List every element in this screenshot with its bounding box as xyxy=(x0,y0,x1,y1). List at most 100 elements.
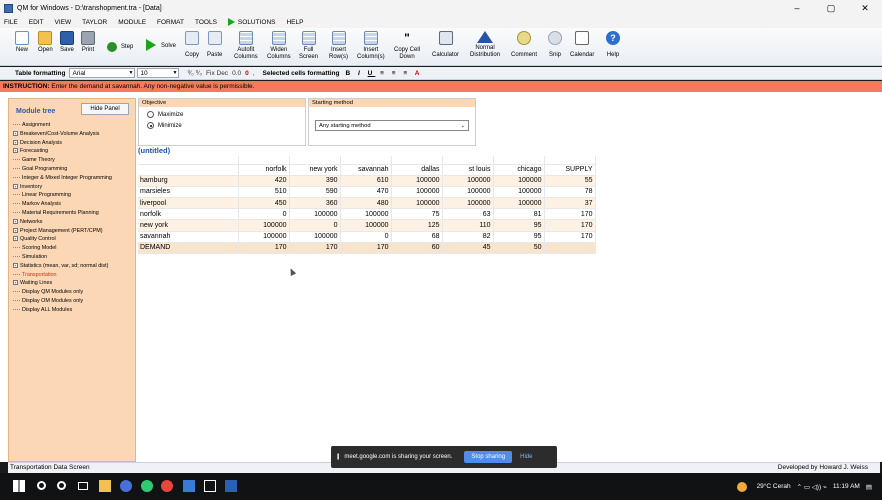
stop-sharing-button[interactable]: Stop sharing xyxy=(464,451,513,463)
table-cell[interactable]: 170 xyxy=(544,208,596,221)
open-button[interactable]: Open xyxy=(38,31,53,54)
help-button[interactable]: ? Help xyxy=(606,31,620,59)
module-tree-item[interactable]: Game Theory xyxy=(13,156,135,165)
module-tree-item[interactable]: Integer & Mixed Integer Programming xyxy=(13,174,135,183)
clock[interactable]: 11:19 AM xyxy=(833,483,860,490)
table-cell[interactable]: 100000 xyxy=(442,175,494,187)
table-cell[interactable]: 50 xyxy=(493,242,545,255)
module-tree-item[interactable]: Material Requirements Planning xyxy=(13,209,135,218)
row-label[interactable]: new york xyxy=(138,219,239,232)
table-cell[interactable]: 480 xyxy=(340,197,392,210)
close-button[interactable]: ✕ xyxy=(848,0,882,16)
table-cell[interactable]: 100000 xyxy=(493,175,545,187)
module-tree-item[interactable]: Transportation xyxy=(13,271,135,280)
table-cell[interactable]: 60 xyxy=(391,242,443,255)
module-tree-item[interactable]: + Project Management (PERT/CPM) xyxy=(13,227,135,236)
table-cell[interactable]: 68 xyxy=(391,231,443,243)
table-cell[interactable]: 100000 xyxy=(391,175,443,187)
table-cell[interactable]: 100000 xyxy=(391,186,443,199)
table-cell[interactable]: 390 xyxy=(289,175,341,187)
maximize-button[interactable]: ▢ xyxy=(814,0,848,16)
solve-button[interactable]: Solve xyxy=(146,39,176,53)
chrome-icon[interactable] xyxy=(161,480,173,492)
hide-panel-button[interactable]: Hide Panel xyxy=(81,103,129,115)
menu-view[interactable]: VIEW xyxy=(55,19,72,26)
menu-module[interactable]: MODULE xyxy=(118,19,146,26)
font-select[interactable]: Arial ▼ xyxy=(69,68,136,78)
expand-icon[interactable]: + xyxy=(13,227,18,233)
module-tree-item[interactable]: + Inventory xyxy=(13,183,135,192)
notification-icon[interactable]: ▤ xyxy=(866,483,872,491)
decimal-icons[interactable]: ⁰⁄₀ ⁰⁄₀ xyxy=(187,69,202,77)
row-label[interactable]: liverpool xyxy=(138,197,239,210)
table-cell[interactable]: 100000 xyxy=(340,219,392,232)
weather-text[interactable]: 29°C Cerah xyxy=(757,483,791,490)
table-cell[interactable]: 110 xyxy=(442,219,494,232)
module-tree-item[interactable]: + Quality Control xyxy=(13,235,135,244)
calculator-button[interactable]: Calculator xyxy=(432,31,459,59)
table-cell[interactable]: 170 xyxy=(340,242,392,255)
paste-button[interactable]: Paste xyxy=(207,31,222,59)
windows-start-icon[interactable] xyxy=(13,480,25,492)
maximize-radio[interactable]: Maximize xyxy=(147,111,305,118)
expand-icon[interactable]: + xyxy=(13,280,18,286)
copy-button[interactable]: Copy xyxy=(185,31,199,59)
table-cell[interactable]: 450 xyxy=(238,197,290,210)
tray-icons[interactable]: ⌃ ▭ ◁)) ⌁ xyxy=(797,483,827,491)
table-cell[interactable]: 95 xyxy=(493,219,545,232)
table-cell[interactable]: 0 xyxy=(238,208,290,221)
full-screen-button[interactable]: Full Screen xyxy=(299,31,318,61)
column-header[interactable]: chicago xyxy=(493,164,545,176)
table-cell[interactable]: 125 xyxy=(391,219,443,232)
table-cell[interactable]: 100000 xyxy=(442,186,494,199)
table-cell[interactable]: 78 xyxy=(544,186,596,199)
row-label[interactable]: marsieles xyxy=(138,186,239,199)
module-tree-item[interactable]: + Statistics (mean, var, sd; normal dist) xyxy=(13,262,135,271)
table-cell[interactable]: 63 xyxy=(442,208,494,221)
meet-icon[interactable] xyxy=(120,480,132,492)
row-label[interactable]: hamburg xyxy=(138,175,239,187)
table-cell[interactable]: 170 xyxy=(238,242,290,255)
search-icon[interactable] xyxy=(37,481,46,490)
minimize-radio[interactable]: Minimize xyxy=(147,122,305,129)
table-cell[interactable]: 610 xyxy=(340,175,392,187)
calendar-button[interactable]: Calendar xyxy=(570,31,594,59)
whatsapp-icon[interactable] xyxy=(141,480,153,492)
module-tree-item[interactable]: Display OM Modules only xyxy=(13,297,135,306)
module-tree-item[interactable]: Goal Programming xyxy=(13,165,135,174)
table-cell[interactable]: 82 xyxy=(442,231,494,243)
table-cell[interactable]: 100000 xyxy=(340,208,392,221)
table-cell[interactable]: 100000 xyxy=(442,197,494,210)
row-label[interactable]: norfolk xyxy=(138,208,239,221)
hide-share-button[interactable]: Hide xyxy=(520,454,532,460)
module-tree-item[interactable]: Display QM Modules only xyxy=(13,288,135,297)
table-cell[interactable]: 510 xyxy=(238,186,290,199)
column-header[interactable]: SUPPLY xyxy=(544,164,596,176)
module-tree-item[interactable]: + Waiting Lines xyxy=(13,279,135,288)
insert-rows-button[interactable]: Insert Row(s) xyxy=(329,31,348,61)
save-button[interactable]: Save xyxy=(60,31,74,54)
copy-cell-down-button[interactable]: " Copy Cell Down xyxy=(394,31,420,61)
row-label[interactable]: DEMAND xyxy=(138,242,239,255)
module-tree-item[interactable]: Linear Programming xyxy=(13,191,135,200)
menu-file[interactable]: FILE xyxy=(4,19,18,26)
column-header[interactable]: savannah xyxy=(340,164,392,176)
table-cell[interactable]: 100000 xyxy=(238,219,290,232)
table-cell[interactable]: 100000 xyxy=(493,197,545,210)
table-cell[interactable]: 360 xyxy=(289,197,341,210)
table-cell[interactable]: 95 xyxy=(493,231,545,243)
table-cell[interactable]: 590 xyxy=(289,186,341,199)
table-cell[interactable]: 81 xyxy=(493,208,545,221)
menu-edit[interactable]: EDIT xyxy=(29,19,44,26)
table-cell[interactable]: 170 xyxy=(544,231,596,243)
expand-icon[interactable]: + xyxy=(13,262,18,268)
task-view-icon[interactable] xyxy=(78,482,88,490)
step-button[interactable]: Step xyxy=(107,40,133,54)
expand-icon[interactable]: + xyxy=(13,139,18,145)
comment-button[interactable]: Comment xyxy=(511,31,537,59)
module-tree-item[interactable]: + Networks xyxy=(13,218,135,227)
column-header[interactable]: new york xyxy=(289,164,341,176)
table-cell[interactable]: 55 xyxy=(544,175,596,187)
module-tree-item[interactable]: + Breakeven/Cost-Volume Analysis xyxy=(13,130,135,139)
print-button[interactable]: Print xyxy=(81,31,95,54)
